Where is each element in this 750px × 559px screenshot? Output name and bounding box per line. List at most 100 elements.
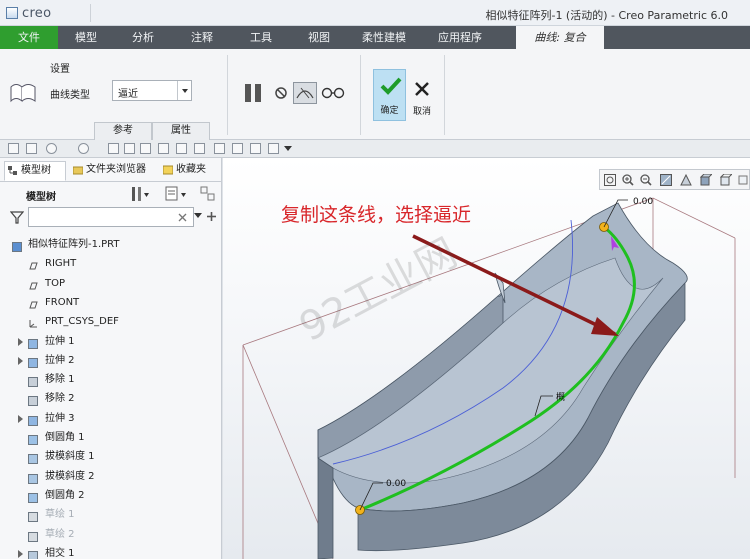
curve-type-label: 曲线类型 <box>50 90 90 101</box>
curve-type-select[interactable]: 逼近 <box>112 80 192 101</box>
show-options-icon[interactable] <box>165 186 189 202</box>
menu-tools[interactable]: 工具 <box>232 26 290 49</box>
tree-item[interactable]: 拉伸 3 <box>0 409 220 428</box>
cancel-label: 取消 <box>412 107 431 117</box>
tab-model-tree[interactable]: 模型树 <box>4 161 66 181</box>
tree-item[interactable]: 移除 2 <box>0 389 220 408</box>
tree-item-label: FRONT <box>45 296 80 308</box>
menu-file[interactable]: 文件 <box>0 26 58 49</box>
tree-item[interactable]: 倒圆角 2 <box>0 486 220 505</box>
zoom-in-icon[interactable] <box>622 174 634 186</box>
extrude-icon <box>28 414 38 426</box>
tree-item-label: 草绘 1 <box>45 509 75 521</box>
chevron-down-icon[interactable] <box>284 146 292 152</box>
tree-item[interactable]: TOP <box>0 274 220 293</box>
dimension-icon[interactable] <box>176 143 187 154</box>
tree-filter-icon[interactable] <box>200 186 216 202</box>
verify-preview-icon[interactable] <box>293 82 317 104</box>
extrude-icon <box>28 356 38 368</box>
expand-arrow-icon[interactable] <box>18 356 23 365</box>
no-preview-icon[interactable] <box>274 86 288 100</box>
dimension-top[interactable]: 0.00 <box>633 197 653 207</box>
chevron-down-icon[interactable] <box>194 213 202 219</box>
filter-icon[interactable] <box>10 211 24 224</box>
model-tree-panel: 模型树 文件夹浏览器 收藏夹 模型树 相似特征阵列-1.PRT RIGHT TOP F… <box>0 158 222 559</box>
shade-icon[interactable] <box>232 143 243 154</box>
reorient-icon[interactable] <box>680 174 692 186</box>
zoom-out-icon[interactable] <box>640 174 652 186</box>
refit-icon[interactable] <box>604 174 616 186</box>
expand-arrow-icon[interactable] <box>18 337 23 346</box>
tab-favorites[interactable]: 收藏夹 <box>160 161 222 181</box>
regenerate-icon[interactable] <box>108 143 119 154</box>
expand-arrow-icon[interactable] <box>18 414 23 423</box>
saved-views-icon[interactable] <box>700 174 712 186</box>
menu-flexible-modeling[interactable]: 柔性建模 <box>348 26 420 49</box>
datum-plane-icon <box>28 259 38 270</box>
tab-properties[interactable]: 属性 <box>152 122 210 140</box>
tree-item[interactable]: 拉伸 1 <box>0 332 220 351</box>
expand-arrow-icon[interactable] <box>18 549 23 558</box>
tree-settings-icon[interactable] <box>130 186 150 202</box>
round-icon <box>28 491 38 503</box>
tree-item[interactable]: RIGHT <box>0 254 220 273</box>
curve-type-value: 逼近 <box>118 89 138 100</box>
tree-item[interactable]: 草绘 2 <box>0 525 220 544</box>
tree-item[interactable]: 移除 1 <box>0 370 220 389</box>
tab-folder-browser[interactable]: 文件夹浏览器 <box>70 161 154 181</box>
close-icon <box>415 82 429 96</box>
redo-icon[interactable] <box>78 143 89 154</box>
pause-icon[interactable] <box>244 84 262 102</box>
ok-button[interactable]: 确定 <box>373 69 406 121</box>
sketch-icon[interactable] <box>250 143 261 154</box>
tree-item[interactable]: PRT_CSYS_DEF <box>0 312 220 331</box>
paste-icon[interactable] <box>140 143 151 154</box>
curve-tag[interactable]: 概 <box>556 391 565 403</box>
menu-view[interactable]: 视图 <box>290 26 348 49</box>
tree-item[interactable]: 相交 1 <box>0 544 220 559</box>
tree-item[interactable]: 拔模斜度 1 <box>0 447 220 466</box>
tab-curve-composite[interactable]: 曲线: 复合 <box>516 26 604 49</box>
display-style-icon[interactable] <box>720 174 732 186</box>
tab-favorites-label: 收藏夹 <box>176 164 206 175</box>
chevron-down-icon[interactable] <box>177 81 191 100</box>
ok-label: 确定 <box>380 106 399 116</box>
window-icon[interactable] <box>194 143 205 154</box>
more-icon[interactable] <box>737 174 749 186</box>
tree-item[interactable]: 拉伸 2 <box>0 351 220 370</box>
clear-icon[interactable] <box>178 213 187 222</box>
graphics-viewport[interactable]: 0.00 0.00 概 92工业网 复制这条线，选择逼近 <box>223 158 750 559</box>
title-bar: creo 相似特征阵列-1 (活动的) - Creo Parametric 6.… <box>0 0 750 26</box>
tree-icon <box>8 166 17 175</box>
tab-reference[interactable]: 参考 <box>94 122 152 140</box>
save-icon[interactable] <box>26 143 37 154</box>
curve-composite-icon <box>10 84 36 103</box>
new-file-icon[interactable] <box>8 143 19 154</box>
repaint-icon[interactable] <box>660 174 672 186</box>
select-icon[interactable] <box>214 143 225 154</box>
cut-icon[interactable] <box>158 143 169 154</box>
panel-tabs: 模型树 文件夹浏览器 收藏夹 <box>0 158 222 182</box>
tree-item[interactable]: FRONT <box>0 293 220 312</box>
dimension-bottom[interactable]: 0.00 <box>386 479 406 489</box>
tree-item[interactable]: 倒圆角 1 <box>0 428 220 447</box>
cancel-button[interactable]: 取消 <box>408 69 436 121</box>
tree-item[interactable]: 草绘 1 <box>0 505 220 524</box>
extrude-icon <box>28 337 38 349</box>
menu-model[interactable]: 模型 <box>58 26 114 49</box>
tree-item[interactable]: 相似特征阵列-1.PRT <box>0 235 220 254</box>
add-icon[interactable] <box>206 211 217 222</box>
tree-item[interactable]: 拔模斜度 2 <box>0 467 220 486</box>
copy-icon[interactable] <box>124 143 135 154</box>
tree-item-label: 拔模斜度 2 <box>45 470 95 482</box>
glasses-icon[interactable] <box>321 85 345 99</box>
menu-applications[interactable]: 应用程序 <box>420 26 500 49</box>
tab-model-tree-label: 模型树 <box>21 165 51 176</box>
layer-icon[interactable] <box>268 143 279 154</box>
undo-icon[interactable] <box>46 143 57 154</box>
menu-annotate[interactable]: 注释 <box>172 26 232 49</box>
menu-analysis[interactable]: 分析 <box>114 26 172 49</box>
divider <box>360 55 361 135</box>
tree-search-input[interactable] <box>28 207 194 227</box>
app-icon <box>6 7 18 19</box>
